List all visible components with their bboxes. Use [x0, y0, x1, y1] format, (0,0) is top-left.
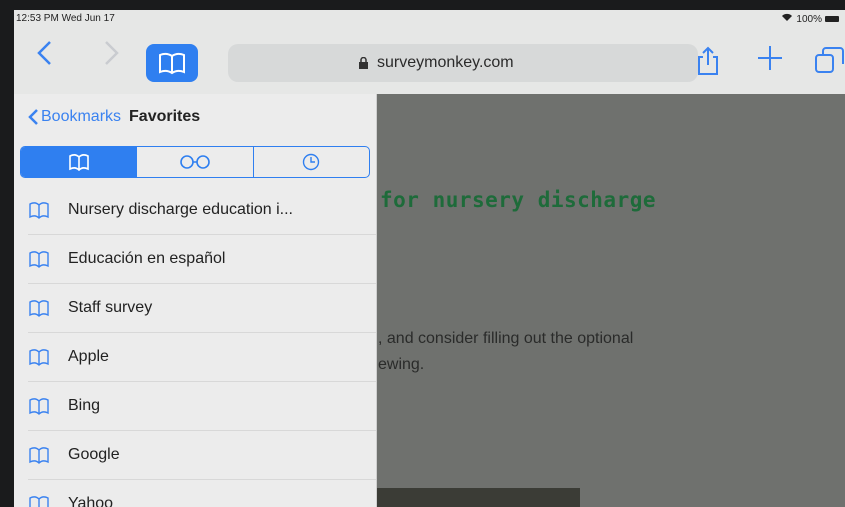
bookmarks-back-button[interactable]: Bookmarks: [28, 108, 121, 126]
book-icon: [28, 495, 68, 507]
ipad-screen: 12:53 PM Wed Jun 17 100% surveymonkey.co…: [14, 10, 845, 507]
bookmark-label: Bing: [68, 397, 101, 414]
page-headline: for nursery discharge: [380, 188, 657, 212]
battery-indicator: 100%: [781, 13, 839, 25]
back-button[interactable]: [36, 40, 54, 71]
new-tab-button[interactable]: [756, 44, 784, 78]
status-time: 12:53 PM Wed Jun 17: [16, 13, 115, 24]
address-bar[interactable]: surveymonkey.com: [228, 44, 698, 82]
book-icon: [28, 299, 68, 317]
tab-bookmarks[interactable]: [21, 147, 137, 177]
bookmark-item[interactable]: Nursery discharge education i...: [28, 186, 376, 235]
bookmarks-button[interactable]: [146, 44, 198, 82]
page-body-text: , and consider filling out the optional: [378, 330, 634, 347]
reading-list-glasses-icon: [180, 155, 210, 169]
bookmark-item[interactable]: Bing: [28, 382, 376, 431]
plus-icon: [758, 46, 782, 70]
url-text: surveymonkey.com: [377, 54, 514, 71]
history-clock-icon: [303, 153, 320, 171]
book-icon: [28, 348, 68, 366]
bookmarks-list: Nursery discharge education i... Educaci…: [14, 186, 376, 507]
page-image: [376, 488, 580, 507]
tab-reading-list[interactable]: [136, 147, 252, 177]
bookmark-item[interactable]: Apple: [28, 333, 376, 382]
share-button[interactable]: [696, 46, 720, 81]
chevron-left-icon: [28, 109, 38, 125]
tab-history[interactable]: [252, 147, 369, 177]
bookmark-label: Nursery discharge education i...: [68, 201, 293, 218]
book-icon: [68, 154, 89, 171]
bookmark-item[interactable]: Yahoo: [28, 480, 376, 507]
page-body-text: ewing.: [378, 356, 425, 373]
sidebar-title: Favorites: [129, 108, 201, 125]
share-icon: [698, 46, 718, 75]
battery-icon: [825, 16, 839, 22]
bookmarks-sidebar: Bookmarks Favorites Nursery discharge ed…: [14, 94, 377, 507]
bookmark-label: Educación en español: [68, 250, 226, 267]
web-page-content: for nursery discharge , and consider fil…: [376, 94, 845, 507]
browser-toolbar: surveymonkey.com: [14, 30, 845, 94]
battery-percent: 100%: [796, 13, 822, 25]
book-icon: [28, 250, 68, 268]
sidebar-header: Bookmarks Favorites: [28, 108, 200, 126]
forward-button[interactable]: [102, 40, 120, 71]
chevron-left-icon: [37, 41, 51, 65]
book-icon: [159, 52, 185, 75]
wifi-icon: [781, 13, 793, 25]
bookmark-item[interactable]: Staff survey: [28, 284, 376, 333]
book-icon: [28, 446, 68, 464]
chevron-right-icon: [105, 41, 119, 65]
bookmark-label: Apple: [68, 348, 109, 365]
book-icon: [28, 397, 68, 415]
bookmarks-back-label: Bookmarks: [41, 108, 122, 125]
bookmark-label: Google: [68, 446, 120, 463]
lock-icon: [359, 56, 368, 69]
tabs-overview-button[interactable]: [814, 46, 844, 81]
bookmark-item[interactable]: Educación en español: [28, 235, 376, 284]
bookmark-label: Yahoo: [68, 495, 114, 507]
status-bar: 12:53 PM Wed Jun 17 100%: [14, 10, 845, 30]
sidebar-segmented-control: [20, 146, 370, 178]
tabs-icon: [815, 47, 844, 73]
bookmark-item[interactable]: Google: [28, 431, 376, 480]
bookmark-label: Staff survey: [68, 299, 153, 316]
book-icon: [28, 201, 68, 219]
